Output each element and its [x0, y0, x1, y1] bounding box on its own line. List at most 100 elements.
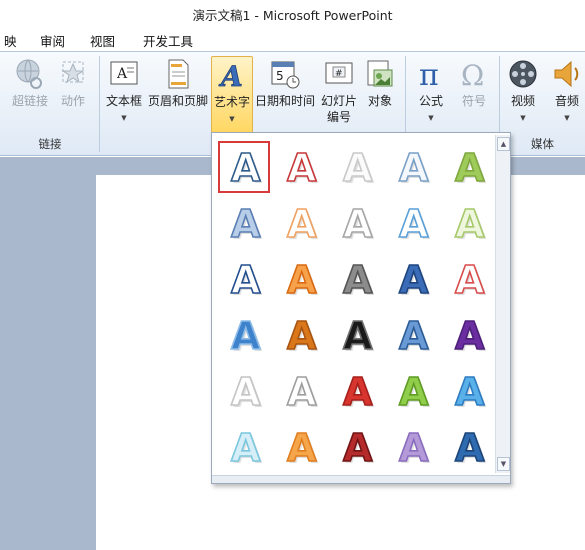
wordart-style-option[interactable]: AA: [218, 421, 270, 473]
chevron-down-icon: ▼: [428, 114, 434, 122]
svg-text:A: A: [455, 370, 485, 413]
wordart-style-option[interactable]: AA: [330, 421, 382, 473]
wordart-style-option[interactable]: AA: [386, 141, 438, 193]
gallery-scrollbar[interactable]: ▲ ▼: [495, 135, 510, 473]
wordart-preview-icon: AA: [342, 313, 375, 357]
wordart-preview-icon: AA: [342, 145, 375, 189]
svg-text:A: A: [455, 258, 485, 301]
textbox-icon: A: [108, 58, 140, 90]
object-label: 对象: [367, 94, 392, 108]
svg-text:A: A: [399, 202, 429, 245]
wordart-style-option[interactable]: AA: [330, 197, 382, 249]
wordart-style-option[interactable]: AA: [330, 309, 382, 361]
omega-icon: Ω: [458, 58, 490, 90]
wordart-preview-icon: AA: [454, 369, 487, 413]
symbol-label: 符号: [461, 94, 486, 108]
svg-text:A: A: [287, 370, 317, 413]
wordart-style-option[interactable]: AA: [274, 421, 326, 473]
svg-text:5: 5: [276, 69, 284, 83]
wordart-style-option[interactable]: AA: [218, 141, 270, 193]
wordart-style-option[interactable]: AA: [274, 197, 326, 249]
svg-text:A: A: [399, 370, 429, 413]
wordart-style-option[interactable]: AA: [330, 253, 382, 305]
svg-text:A: A: [343, 202, 373, 245]
date-time-button[interactable]: 5 日期和时间: [254, 56, 316, 132]
equation-button[interactable]: π 公式 ▼: [410, 56, 452, 132]
svg-text:A: A: [399, 258, 429, 301]
wordart-label: 艺术字: [213, 95, 250, 109]
svg-text:A: A: [399, 426, 429, 469]
wordart-preview-icon: AA: [398, 145, 431, 189]
svg-text:A: A: [343, 146, 373, 189]
wordart-style-option[interactable]: AA: [330, 141, 382, 193]
action-button[interactable]: 动作: [54, 56, 92, 132]
wordart-style-option[interactable]: AA: [442, 197, 494, 249]
scroll-up-button[interactable]: ▲: [497, 137, 510, 151]
chevron-down-icon: ▼: [229, 115, 235, 123]
wordart-style-option[interactable]: AA: [218, 365, 270, 417]
svg-text:A: A: [287, 202, 317, 245]
svg-text:A: A: [287, 314, 317, 357]
video-button[interactable]: 视频 ▼: [502, 56, 544, 132]
window-title: 演示文稿1 - Microsoft PowerPoint: [192, 8, 393, 23]
speaker-icon: [551, 58, 583, 90]
symbol-button[interactable]: Ω 符号: [454, 56, 494, 132]
wordart-style-option[interactable]: AA: [386, 253, 438, 305]
ribbon-tabs: 映 审阅 视图 开发工具: [0, 26, 585, 52]
svg-text:A: A: [218, 60, 243, 91]
header-footer-button[interactable]: 页眉和页脚: [146, 56, 210, 132]
wordart-style-option[interactable]: AA: [218, 253, 270, 305]
audio-button[interactable]: 音频 ▼: [546, 56, 585, 132]
wordart-style-option[interactable]: AA: [442, 365, 494, 417]
wordart-preview-icon: AA: [398, 313, 431, 357]
wordart-style-option[interactable]: AA: [386, 421, 438, 473]
wordart-style-option[interactable]: AA: [274, 253, 326, 305]
object-button[interactable]: 对象: [361, 56, 399, 132]
tab-developer[interactable]: 开发工具: [143, 31, 193, 50]
star-action-icon: [57, 58, 89, 90]
wordart-style-option[interactable]: AA: [386, 365, 438, 417]
svg-text:#: #: [335, 69, 343, 79]
tab-review[interactable]: 审阅: [40, 31, 65, 50]
wordart-button[interactable]: A 艺术字 ▼: [211, 56, 253, 136]
wordart-style-option[interactable]: AA: [442, 309, 494, 361]
tab-slideshow[interactable]: 映: [4, 31, 17, 50]
wordart-style-option[interactable]: AA: [218, 309, 270, 361]
audio-label: 音频: [554, 94, 579, 108]
wordart-preview-icon: AA: [286, 257, 319, 301]
svg-text:A: A: [455, 314, 485, 357]
wordart-style-option[interactable]: AA: [274, 365, 326, 417]
tab-view[interactable]: 视图: [90, 31, 115, 50]
header-footer-label: 页眉和页脚: [147, 94, 208, 108]
group-label-media: 媒体: [531, 137, 554, 151]
wordart-style-option[interactable]: AA: [274, 141, 326, 193]
wordart-style-option[interactable]: AA: [442, 253, 494, 305]
wordart-style-option[interactable]: AA: [442, 421, 494, 473]
scroll-down-button[interactable]: ▼: [497, 457, 510, 471]
slide-number-button[interactable]: # 幻灯片 编号: [318, 56, 360, 132]
wordart-style-option[interactable]: AA: [330, 365, 382, 417]
wordart-preview-icon: AA: [230, 313, 263, 357]
wordart-style-option[interactable]: AA: [386, 309, 438, 361]
wordart-style-option[interactable]: AA: [218, 197, 270, 249]
svg-text:A: A: [231, 370, 261, 413]
svg-text:A: A: [287, 146, 317, 189]
textbox-button[interactable]: A 文本框 ▼: [103, 56, 145, 132]
wordart-preview-icon: AA: [454, 257, 487, 301]
wordart-style-grid: AAAAAAAAAAAAAAAAAAAAAAAAAAAAAAAAAAAAAAAA…: [214, 135, 494, 475]
wordart-preview-icon: AA: [230, 145, 263, 189]
wordart-preview-icon: AA: [230, 369, 263, 413]
svg-text:A: A: [455, 146, 485, 189]
title-bar: 演示文稿1 - Microsoft PowerPoint: [0, 0, 585, 26]
group-separator: [99, 56, 100, 152]
wordart-preview-icon: AA: [286, 369, 319, 413]
wordart-preview-icon: AA: [286, 201, 319, 245]
wordart-preview-icon: AA: [342, 369, 375, 413]
hyperlink-button[interactable]: 超链接: [8, 56, 52, 132]
chevron-down-icon: ▼: [121, 114, 127, 122]
wordart-preview-icon: AA: [454, 313, 487, 357]
wordart-style-option[interactable]: AA: [274, 309, 326, 361]
wordart-style-option[interactable]: AA: [386, 197, 438, 249]
wordart-style-option[interactable]: AA: [442, 141, 494, 193]
gallery-resize-handle[interactable]: [212, 475, 510, 483]
